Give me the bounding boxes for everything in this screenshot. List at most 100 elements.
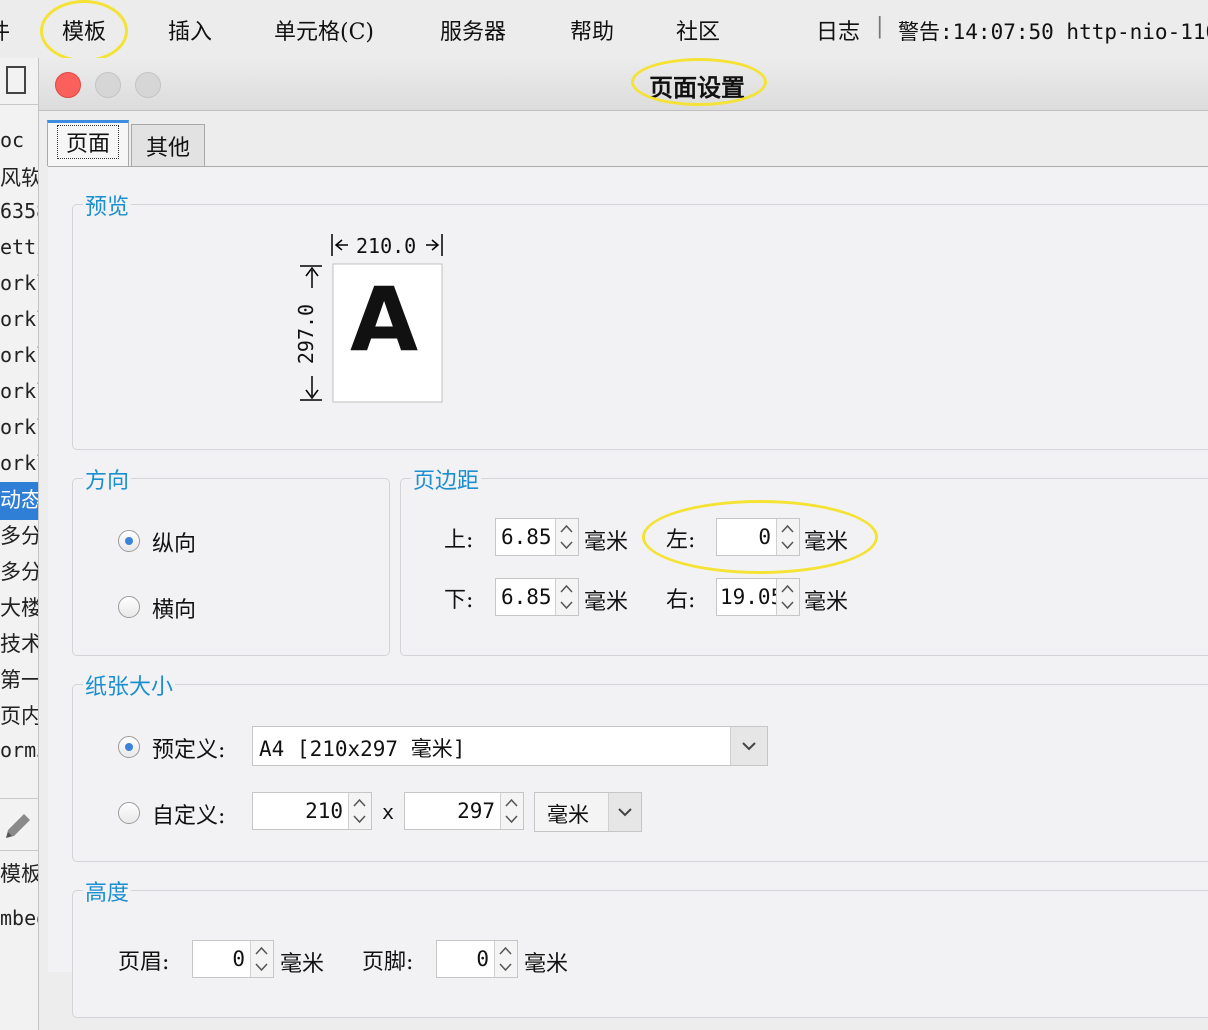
spinner-arrows[interactable] — [776, 579, 799, 615]
list-item[interactable]: orkl — [0, 415, 40, 439]
spinner-arrows[interactable] — [555, 519, 578, 555]
custom-height-spinner[interactable]: 297 — [404, 792, 524, 830]
margin-right-value[interactable]: 19.05 — [720, 585, 783, 609]
chevron-down-icon[interactable] — [353, 814, 366, 824]
close-button[interactable] — [55, 72, 81, 98]
list-item[interactable]: etti — [0, 235, 40, 259]
toolbar-doc-icon[interactable] — [6, 66, 26, 94]
chevron-up-icon[interactable] — [499, 946, 512, 956]
margin-right-spinner[interactable]: 19.05 — [716, 578, 800, 616]
orientation-group-title: 方向 — [83, 463, 132, 495]
unit-select-value: 毫米 — [547, 803, 589, 827]
margin-top-spinner[interactable]: 6.85 — [495, 518, 579, 556]
list-item-selected[interactable]: 动态 — [0, 482, 40, 520]
menu-item-log[interactable]: 日志 — [816, 14, 860, 46]
portrait-radio[interactable] — [118, 530, 140, 552]
paper-size-select-value: A4 [210x297 毫米] — [259, 737, 466, 761]
custom-width-spinner[interactable]: 210 — [252, 792, 372, 830]
chevron-down-icon[interactable] — [742, 741, 756, 751]
list-item[interactable]: 技术 — [0, 628, 40, 658]
landscape-label[interactable]: 横向 — [152, 592, 196, 624]
list-item[interactable]: orkl — [0, 307, 40, 331]
chevron-up-icon[interactable] — [353, 798, 366, 808]
margin-right-unit: 毫米 — [804, 590, 849, 615]
spinner-arrows[interactable] — [250, 941, 273, 977]
header-height-value[interactable]: 0 — [232, 947, 245, 971]
header-height-spinner[interactable]: 0 — [192, 940, 274, 978]
list-item[interactable]: orm5 — [0, 738, 40, 762]
list-item[interactable]: oc — [0, 128, 24, 152]
menu-item-help[interactable]: 帮助 — [570, 14, 614, 46]
select-arrow[interactable] — [608, 793, 641, 831]
chevron-up-icon[interactable] — [560, 584, 573, 594]
predefined-radio[interactable] — [118, 736, 140, 758]
select-arrow[interactable] — [730, 727, 767, 765]
chevron-down-icon[interactable] — [499, 962, 512, 972]
chevron-up-icon[interactable] — [781, 524, 794, 534]
spinner-arrows[interactable] — [776, 519, 799, 555]
margin-bottom-unit: 毫米 — [584, 590, 629, 615]
portrait-label[interactable]: 纵向 — [152, 526, 196, 558]
spinner-arrows[interactable] — [494, 941, 517, 977]
list-item[interactable]: 大楼 — [0, 592, 40, 622]
list-item[interactable]: orkl — [0, 343, 40, 367]
chevron-up-icon[interactable] — [505, 798, 518, 808]
left-panel: oc 风软件 63581 etti orkl orkl orkl orkl or… — [0, 58, 40, 1030]
landscape-radio[interactable] — [118, 596, 140, 618]
tab-page-label: 页面 — [56, 125, 119, 159]
unit-select[interactable]: 毫米 — [534, 792, 642, 832]
menu-item-insert[interactable]: 插入 — [168, 14, 212, 46]
spinner-arrows[interactable] — [348, 793, 371, 829]
list-item[interactable]: 多分类 — [0, 520, 40, 550]
margin-bottom-value[interactable]: 6.85 — [501, 585, 552, 609]
custom-height-value[interactable]: 297 — [457, 799, 495, 823]
list-item[interactable]: 多分类 — [0, 556, 40, 586]
custom-label[interactable]: 自定义: — [152, 798, 225, 830]
menu-item-cell[interactable]: 单元格(C) — [274, 14, 374, 46]
custom-radio[interactable] — [118, 802, 140, 824]
panel-divider — [0, 850, 40, 851]
list-item[interactable]: 模板 — [0, 858, 40, 888]
paper-size-select[interactable]: A4 [210x297 毫米] — [252, 726, 768, 766]
margin-top-value[interactable]: 6.85 — [501, 525, 552, 549]
menu-item-community[interactable]: 社区 — [676, 14, 720, 46]
list-item[interactable]: orkl — [0, 379, 40, 403]
chevron-up-icon[interactable] — [560, 524, 573, 534]
zoom-button[interactable] — [135, 72, 161, 98]
menu-item-server[interactable]: 服务器 — [440, 14, 506, 46]
tab-page[interactable]: 页面 — [47, 120, 129, 166]
margins-group: 页边距 — [400, 463, 1208, 656]
margin-left-spinner[interactable]: 0 — [716, 518, 800, 556]
pencil-icon[interactable] — [2, 810, 32, 844]
chevron-up-icon[interactable] — [781, 584, 794, 594]
spinner-arrows[interactable] — [555, 579, 578, 615]
list-item[interactable]: orkl — [0, 271, 40, 295]
list-item[interactable]: 63581 — [0, 199, 40, 223]
chevron-up-icon[interactable] — [255, 946, 268, 956]
spinner-arrows[interactable] — [500, 793, 523, 829]
list-item[interactable]: 风软件 — [0, 162, 40, 192]
tab-other[interactable]: 其他 — [131, 124, 205, 166]
footer-height-spinner[interactable]: 0 — [436, 940, 518, 978]
chevron-down-icon[interactable] — [781, 600, 794, 610]
chevron-down-icon[interactable] — [255, 962, 268, 972]
custom-width-value[interactable]: 210 — [305, 799, 343, 823]
chevron-down-icon[interactable] — [560, 600, 573, 610]
chevron-down-icon[interactable] — [560, 540, 573, 550]
margin-left-label: 左: — [666, 528, 696, 553]
list-item[interactable]: 第一 — [0, 664, 40, 694]
minimize-button[interactable] — [95, 72, 121, 98]
predefined-label[interactable]: 预定义: — [152, 732, 225, 764]
chevron-down-icon[interactable] — [505, 814, 518, 824]
dialog-titlebar: 页面设置 — [39, 58, 1208, 111]
chevron-down-icon[interactable] — [618, 807, 632, 817]
list-item[interactable]: mbed — [0, 906, 40, 930]
chevron-down-icon[interactable] — [781, 540, 794, 550]
menu-item-template[interactable]: 模板 — [62, 14, 106, 46]
menu-item-file-fragment[interactable]: 件 — [0, 14, 10, 46]
list-item[interactable]: orkl — [0, 451, 40, 475]
margin-bottom-spinner[interactable]: 6.85 — [495, 578, 579, 616]
footer-height-value[interactable]: 0 — [476, 947, 489, 971]
margin-left-value[interactable]: 0 — [758, 525, 771, 549]
list-item[interactable]: 页内 — [0, 700, 40, 730]
